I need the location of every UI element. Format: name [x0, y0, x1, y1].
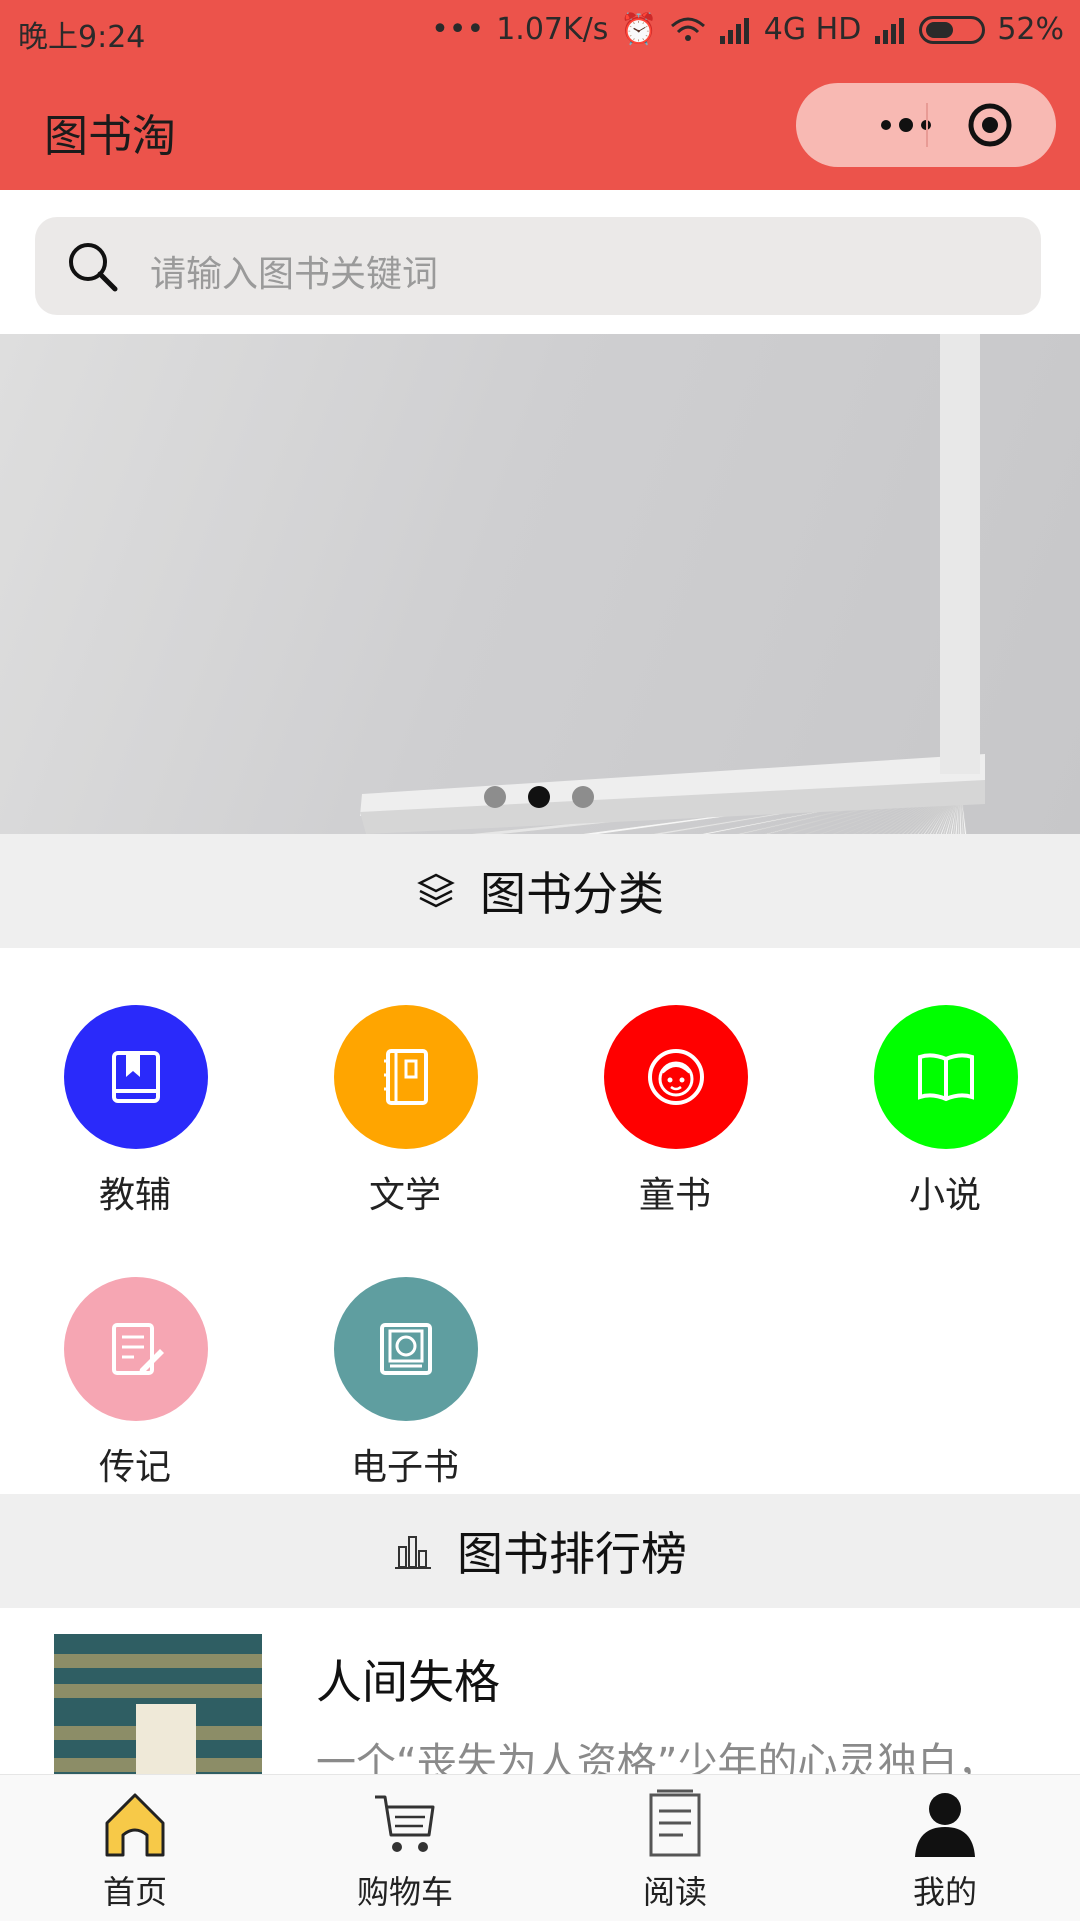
- category-icon-circle: [334, 1005, 478, 1149]
- edit-document-icon: [112, 1323, 164, 1375]
- categories-header: 图书分类: [0, 834, 1080, 948]
- home-icon: [105, 1793, 165, 1857]
- category-xiaoshuo[interactable]: 小说: [810, 948, 1080, 1216]
- signal-icon-2: [875, 17, 905, 44]
- book-description: 一个“丧失为人资格”少年的心灵独白，: [316, 1740, 998, 1778]
- banner-image: [360, 334, 985, 834]
- more-notifications-icon: •••: [431, 12, 485, 47]
- target-icon[interactable]: [966, 101, 1014, 149]
- network-speed: 1.07K/s: [496, 12, 609, 47]
- page-title: 图书淘: [44, 111, 176, 162]
- notebook-icon: [384, 1049, 428, 1105]
- tab-label: 阅读: [642, 1873, 707, 1911]
- top-bar: 晚上9:24 ••• 1.07K/s ⏰ 4G HD 52% 图书淘: [0, 0, 1080, 190]
- carousel-dot[interactable]: [484, 786, 506, 808]
- category-icon-circle: [604, 1005, 748, 1149]
- user-icon: [915, 1793, 975, 1857]
- category-label: 童书: [638, 1175, 711, 1216]
- tab-read[interactable]: 阅读: [540, 1775, 810, 1921]
- alarm-icon: ⏰: [620, 12, 658, 47]
- search-icon: [69, 243, 118, 292]
- ranking-header: 图书排行榜: [0, 1494, 1080, 1608]
- category-label: 传记: [98, 1447, 171, 1488]
- search-input[interactable]: 请输入图书关键词: [35, 217, 1041, 315]
- cart-icon: [375, 1795, 435, 1852]
- ranking-title: 图书排行榜: [457, 1527, 687, 1581]
- carousel-dot[interactable]: [528, 786, 550, 808]
- signal-icon: [719, 17, 749, 44]
- category-icon-circle: [64, 1277, 208, 1421]
- book-cover: [54, 1634, 262, 1778]
- tab-bar: 首页 购物车 阅读 我的: [0, 1774, 1080, 1921]
- wifi-icon: [670, 17, 705, 41]
- category-icon-circle: [64, 1005, 208, 1149]
- tab-mine[interactable]: 我的: [810, 1775, 1080, 1921]
- bar-chart-icon: [395, 1536, 431, 1569]
- category-tongshu[interactable]: 童书: [540, 948, 810, 1216]
- ranking-item[interactable]: 人间失格 一个“丧失为人资格”少年的心灵独白，: [0, 1608, 1080, 1778]
- category-grid: 教辅 文学 童书 小说 传记 电子书: [0, 948, 1080, 1494]
- category-label: 小说: [908, 1175, 981, 1216]
- tab-home[interactable]: 首页: [0, 1775, 270, 1921]
- category-label: 教辅: [98, 1175, 171, 1216]
- tab-cart[interactable]: 购物车: [270, 1775, 540, 1921]
- layers-icon: [417, 873, 455, 908]
- category-jiaofu[interactable]: 教辅: [0, 948, 270, 1216]
- tab-label: 我的: [912, 1873, 977, 1911]
- category-icon-circle: [334, 1277, 478, 1421]
- bookmark-book-icon: [112, 1051, 160, 1103]
- category-wenxue[interactable]: 文学: [270, 948, 540, 1216]
- category-label: 文学: [368, 1175, 441, 1216]
- search-placeholder: 请输入图书关键词: [150, 254, 439, 295]
- category-dianzishu[interactable]: 电子书: [270, 1220, 540, 1488]
- status-indicators: ••• 1.07K/s ⏰ 4G HD 52%: [431, 12, 1064, 47]
- carousel-indicators: [484, 786, 594, 808]
- ebook-icon: [380, 1323, 432, 1375]
- more-dots-icon[interactable]: [856, 103, 956, 147]
- categories-title: 图书分类: [480, 867, 664, 921]
- document-icon: [649, 1789, 701, 1857]
- battery-icon: [919, 15, 986, 44]
- book-title: 人间失格: [316, 1655, 500, 1709]
- category-icon-circle: [874, 1005, 1018, 1149]
- child-face-icon: [648, 1049, 704, 1105]
- carousel-dot[interactable]: [572, 786, 594, 808]
- mini-program-capsule: [796, 83, 1056, 167]
- tab-label: 购物车: [356, 1873, 453, 1911]
- category-zhuanji[interactable]: 传记: [0, 1220, 270, 1488]
- open-book-icon: [918, 1053, 974, 1102]
- capsule-divider: [926, 103, 928, 147]
- search-section: 请输入图书关键词: [0, 190, 1080, 334]
- banner-carousel[interactable]: [0, 334, 1080, 834]
- tab-label: 首页: [102, 1873, 167, 1911]
- status-time: 晚上9:24: [18, 20, 146, 55]
- network-type: 4G HD: [763, 12, 862, 47]
- category-label: 电子书: [350, 1447, 459, 1488]
- battery-percent: 52%: [997, 12, 1064, 47]
- status-bar: 晚上9:24 ••• 1.07K/s ⏰ 4G HD 52%: [0, 0, 1080, 60]
